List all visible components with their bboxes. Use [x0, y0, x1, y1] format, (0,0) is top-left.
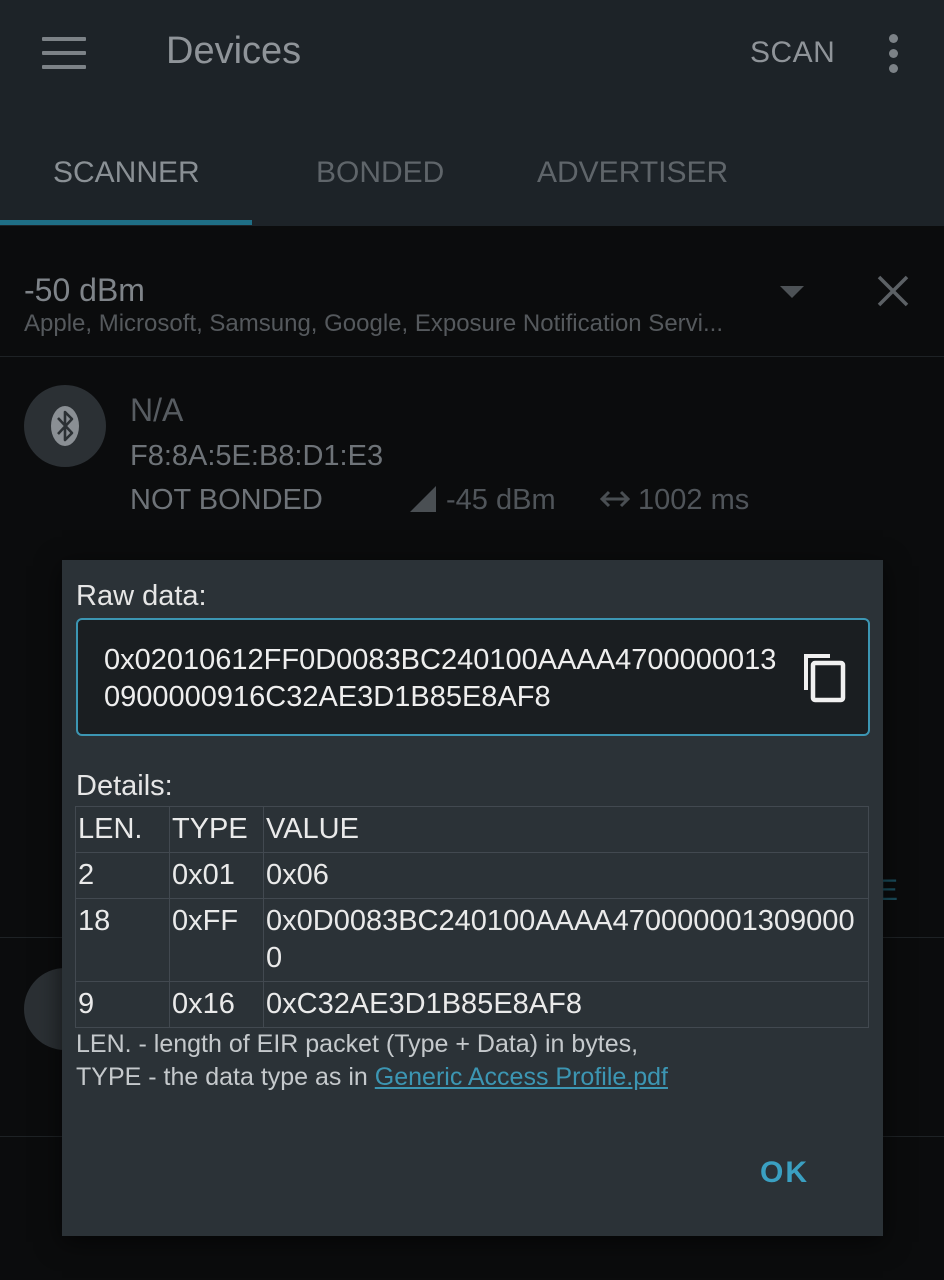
raw-data-dialog: Raw data: 0x02010612FF0D0083BC240100AAAA… [62, 560, 883, 1236]
cell-len: 2 [75, 852, 170, 899]
device-rssi: -45 dBm [446, 484, 556, 516]
column-header-len: LEN. [75, 806, 170, 853]
signal-strength-icon [410, 486, 436, 512]
bluetooth-icon [51, 406, 79, 446]
column-header-type: TYPE [169, 806, 264, 853]
hamburger-menu-icon[interactable] [42, 37, 86, 69]
active-tab-indicator [0, 220, 252, 225]
interval-arrows-icon [599, 490, 631, 508]
tab-advertiser[interactable]: ADVERTISER [537, 156, 728, 190]
more-vertical-icon[interactable] [880, 34, 908, 74]
raw-data-value[interactable]: 0x02010612FF0D0083BC240100AAAA4700000013… [104, 642, 784, 716]
details-label: Details: [76, 770, 173, 802]
cell-value: 0x0D0083BC240100AAAA4700000013090000 [263, 898, 869, 982]
page-title: Devices [166, 30, 302, 72]
ok-button[interactable]: OK [760, 1156, 809, 1190]
legend-line-type: TYPE - the data type as in Generic Acces… [76, 1061, 668, 1094]
app-bar: Devices SCAN SCANNER BONDED ADVERTISER [0, 0, 944, 226]
filter-rssi-value[interactable]: -50 dBm [24, 272, 145, 309]
table-row: 2 0x01 0x06 [75, 852, 869, 899]
scan-button[interactable]: SCAN [750, 36, 835, 70]
divider [0, 356, 944, 357]
device-name: N/A [130, 392, 184, 428]
device-bond-state: NOT BONDED [130, 484, 323, 516]
table-header-row: LEN. TYPE VALUE [75, 806, 869, 853]
cell-value: 0x06 [263, 852, 869, 899]
column-header-value: VALUE [263, 806, 869, 853]
legend-line-len: LEN. - length of EIR packet (Type + Data… [76, 1030, 639, 1058]
details-legend: LEN. - length of EIR packet (Type + Data… [76, 1028, 668, 1094]
filter-manufacturers: Apple, Microsoft, Samsung, Google, Expos… [24, 310, 723, 337]
device-mac-address: F8:8A:5E:B8:D1:E3 [130, 440, 384, 472]
cell-type: 0x16 [169, 981, 264, 1028]
table-row: 18 0xFF 0x0D0083BC240100AAAA470000001309… [75, 898, 869, 982]
raw-data-label: Raw data: [76, 580, 207, 612]
tab-bonded[interactable]: BONDED [316, 156, 444, 190]
device-advertising-interval: 1002 ms [638, 484, 750, 516]
tab-scanner[interactable]: SCANNER [53, 156, 200, 190]
dropdown-arrow-icon[interactable] [780, 286, 804, 298]
legend-type-text: TYPE - the data type as in [76, 1063, 375, 1091]
copy-icon[interactable] [800, 650, 848, 704]
details-table: LEN. TYPE VALUE 2 0x01 0x06 18 0xFF 0x0D… [75, 806, 869, 1028]
close-icon[interactable] [872, 270, 914, 312]
table-row: 9 0x16 0xC32AE3D1B85E8AF8 [75, 981, 869, 1028]
cell-type: 0x01 [169, 852, 264, 899]
bluetooth-avatar [24, 385, 106, 467]
raw-data-field[interactable]: 0x02010612FF0D0083BC240100AAAA4700000013… [76, 618, 870, 736]
cell-len: 9 [75, 981, 170, 1028]
cell-len: 18 [75, 898, 170, 982]
cell-type: 0xFF [169, 898, 264, 982]
gap-pdf-link[interactable]: Generic Access Profile.pdf [375, 1063, 668, 1091]
cell-value: 0xC32AE3D1B85E8AF8 [263, 981, 869, 1028]
